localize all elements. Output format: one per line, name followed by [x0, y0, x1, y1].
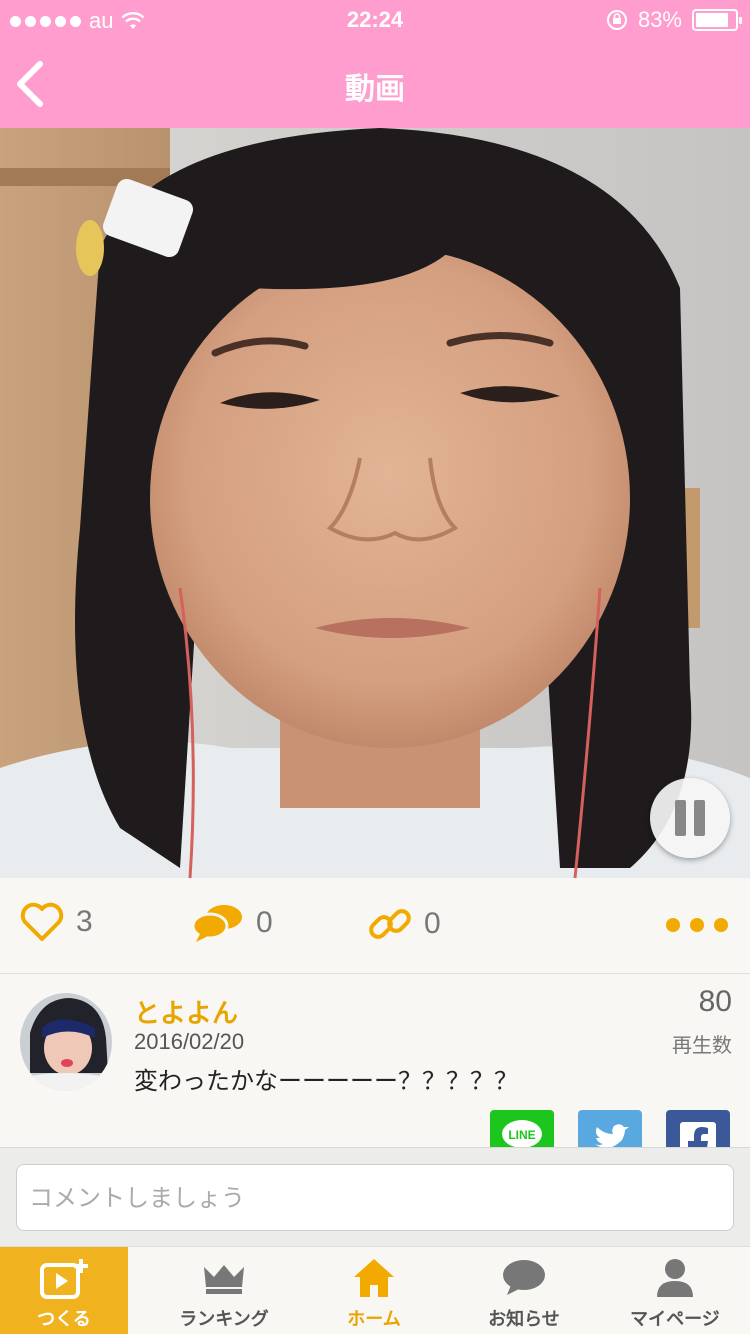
- user-icon: [657, 1259, 693, 1297]
- link-count: 0: [424, 907, 441, 940]
- more-button[interactable]: [666, 918, 728, 932]
- tab-mypage-label: マイページ: [630, 1309, 720, 1330]
- post-info: とよよん 2016/02/20 変わったかなーーーーー？？？？？ 80 再生数 …: [0, 975, 750, 1147]
- tab-notifications-label: お知らせ: [488, 1309, 560, 1330]
- tab-create[interactable]: つくる: [0, 1247, 128, 1334]
- comment-bar: [0, 1147, 750, 1246]
- heart-icon: [20, 902, 64, 941]
- tab-home-label: ホーム: [347, 1309, 401, 1330]
- battery-icon: [692, 9, 742, 31]
- tab-home[interactable]: ホーム: [310, 1247, 438, 1334]
- action-bar: 3 0 0: [0, 878, 750, 974]
- play-count: 80: [698, 985, 732, 1018]
- tab-ranking-label: ランキング: [179, 1309, 269, 1330]
- comment-count: 0: [256, 906, 273, 939]
- pause-icon: [675, 800, 686, 836]
- battery-fill: [696, 13, 728, 27]
- comments-button[interactable]: 0: [192, 902, 273, 944]
- nav-bar: 動画: [0, 40, 750, 128]
- ellipsis-dot: [714, 918, 728, 932]
- chain-link-icon: [369, 909, 411, 939]
- line-logo-text: LINE: [508, 1128, 535, 1142]
- status-bar: au 22:24 83%: [0, 0, 750, 40]
- play-count-label: 再生数: [672, 1033, 732, 1057]
- username[interactable]: とよよん: [134, 993, 238, 1030]
- battery-info: 83%: [606, 7, 742, 33]
- avatar[interactable]: [20, 993, 112, 1091]
- speech-bubbles-icon: [192, 905, 242, 942]
- avatar-image: [20, 993, 112, 1091]
- comment-input[interactable]: [16, 1164, 734, 1231]
- app-screen: au 22:24 83% 動画 3 0 0 とよよん 2016/02/20 変わ…: [0, 0, 750, 1334]
- video-plus-icon: [40, 1259, 88, 1299]
- tab-notifications[interactable]: お知らせ: [460, 1247, 588, 1334]
- ellipsis-icon: [666, 918, 680, 932]
- link-button[interactable]: 0: [368, 902, 441, 946]
- video-player[interactable]: [0, 128, 750, 878]
- home-icon: [354, 1259, 394, 1297]
- pause-icon-bar: [694, 800, 705, 836]
- tab-create-label: つくる: [37, 1309, 91, 1330]
- tab-ranking[interactable]: ランキング: [160, 1247, 288, 1334]
- battery-percent: 83%: [637, 7, 682, 32]
- rotation-lock-icon: [606, 10, 627, 30]
- facebook-icon: [680, 1122, 716, 1147]
- twitter-bird-icon: [595, 1124, 629, 1147]
- line-icon: LINE: [502, 1120, 542, 1147]
- crown-icon: [204, 1265, 244, 1294]
- post-date: 2016/02/20: [134, 1029, 245, 1054]
- post-message: 変わったかなーーーーー？？？？？: [134, 1067, 518, 1095]
- page-title: 動画: [345, 72, 405, 107]
- ellipsis-dot: [690, 918, 704, 932]
- share-twitter-button[interactable]: [578, 1110, 642, 1147]
- speech-bubble-icon: [503, 1260, 545, 1295]
- share-line-button[interactable]: LINE: [490, 1110, 554, 1147]
- like-button[interactable]: 3: [20, 902, 93, 942]
- like-count: 3: [76, 905, 93, 938]
- pause-button[interactable]: [650, 778, 730, 858]
- tab-bar: つくる ランキング ホーム お知らせ マイページ: [0, 1246, 750, 1334]
- video-frame: [0, 128, 750, 878]
- share-facebook-button[interactable]: [666, 1110, 730, 1147]
- tab-mypage[interactable]: マイページ: [612, 1247, 738, 1334]
